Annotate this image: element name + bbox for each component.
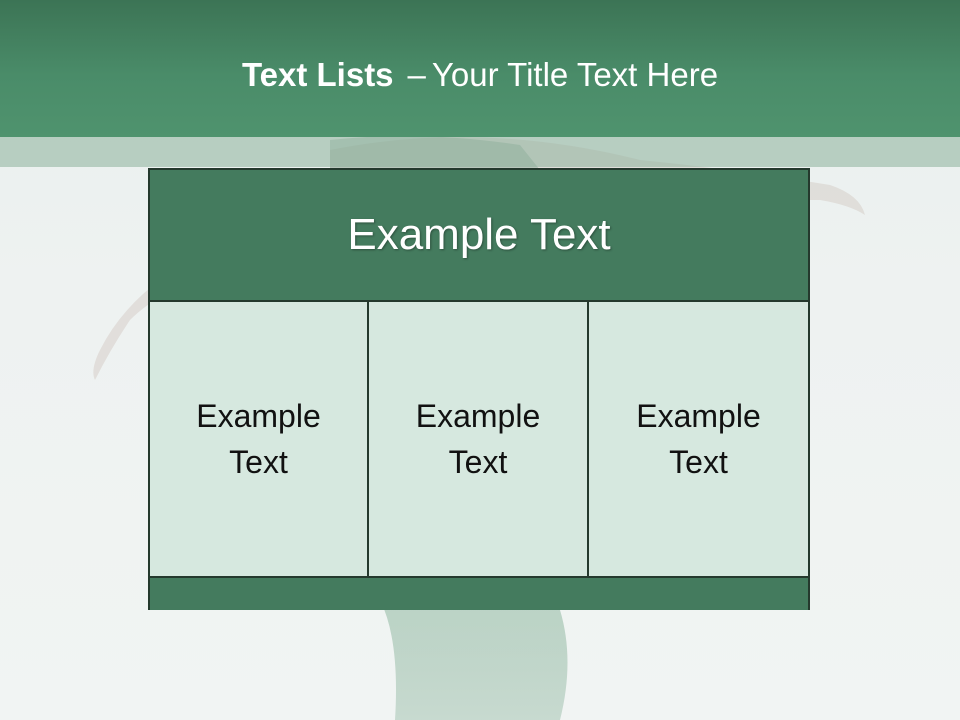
header-accent-strip (0, 137, 960, 167)
cell-1-line-2: Text (229, 444, 288, 480)
cell-2-line-1: Example (415, 398, 541, 434)
title-separator: – (407, 56, 426, 93)
slide-title: Text Lists – Your Title Text Here (0, 52, 960, 98)
table-footer-bar (150, 576, 808, 610)
cell-1-line-1: Example (196, 398, 321, 434)
table-cells-row: Example Text Example Text Example Text (150, 302, 808, 576)
table-cell-3: Example Text (589, 302, 808, 576)
slide: Text Lists – Your Title Text Here Example … (0, 0, 960, 720)
cell-3-line-1: Example (636, 398, 761, 434)
table-header-text: Example Text (347, 210, 611, 259)
table-header-row: Example Text (150, 170, 808, 302)
cell-3-line-2: Text (669, 444, 728, 480)
table-cell-2: Example Text (369, 302, 589, 576)
title-subtitle-part: Your Title Text Here (431, 56, 719, 93)
cell-2-line-2: Text (448, 444, 508, 480)
title-bold-part: Text Lists (241, 56, 394, 93)
table-cell-1: Example Text (150, 302, 369, 576)
text-list-table: Example Text Example Text Example Text E… (148, 168, 810, 610)
